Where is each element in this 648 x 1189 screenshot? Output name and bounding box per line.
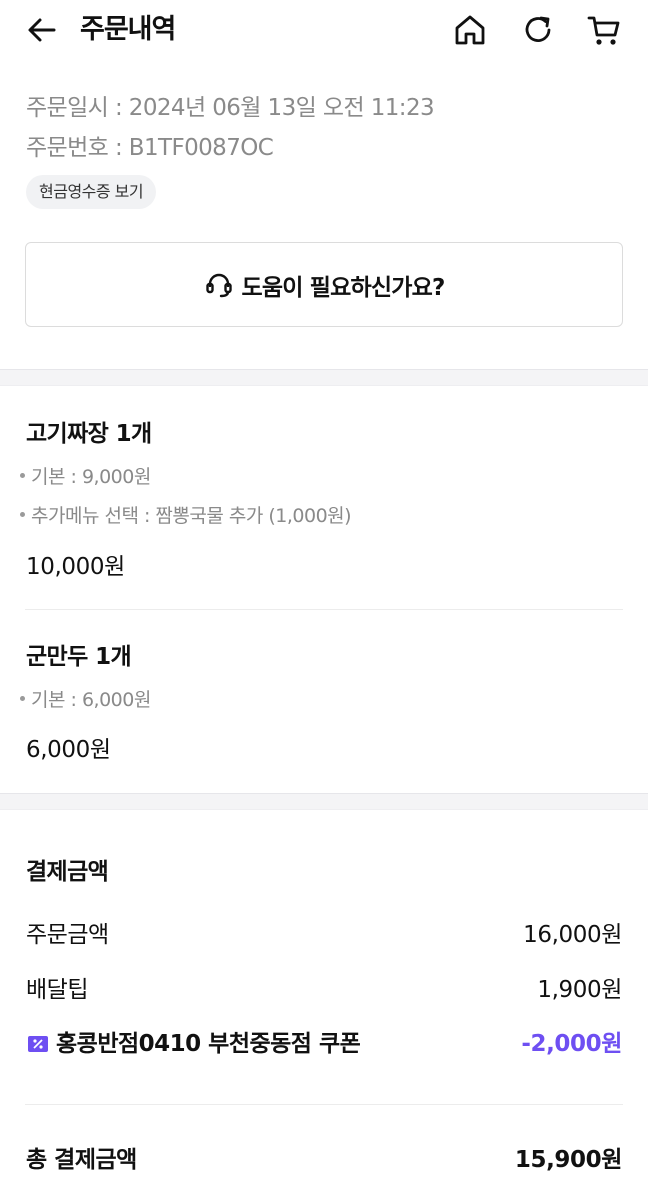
coupon-value: -2,000원 bbox=[521, 1031, 622, 1057]
item-divider bbox=[25, 609, 623, 610]
total-divider bbox=[25, 1104, 623, 1105]
item-option: 기본 : 6,000원 bbox=[20, 687, 151, 713]
item-price: 6,000원 bbox=[26, 737, 111, 763]
section-divider bbox=[0, 369, 648, 386]
page-title: 주문내역 bbox=[80, 14, 176, 45]
order-amount-value: 16,000원 bbox=[523, 922, 622, 948]
back-arrow-icon[interactable] bbox=[24, 12, 60, 48]
total-label: 총 결제금액 bbox=[26, 1147, 137, 1173]
total-value: 15,900원 bbox=[514, 1147, 623, 1173]
coupon-label: 홍콩반점0410 부천중동점 쿠폰 bbox=[56, 1031, 361, 1057]
bullet-icon bbox=[20, 696, 25, 701]
section-divider bbox=[0, 793, 648, 810]
payment-title: 결제금액 bbox=[26, 859, 109, 885]
cart-icon[interactable] bbox=[586, 12, 622, 48]
bullet-icon bbox=[20, 512, 25, 517]
item-name: 군만두 1개 bbox=[26, 644, 132, 670]
refresh-icon[interactable] bbox=[520, 12, 556, 48]
help-label: 도움이 필요하신가요? bbox=[241, 274, 446, 301]
delivery-tip-row: 배달팁 1,900원 bbox=[26, 974, 622, 1006]
order-amount-row: 주문금액 16,000원 bbox=[26, 919, 622, 951]
coupon-row: 홍콩반점0410 부천중동점 쿠폰 -2,000원 bbox=[26, 1028, 622, 1060]
item-price: 10,000원 bbox=[26, 554, 125, 580]
bullet-icon bbox=[20, 473, 25, 478]
item-option: 기본 : 9,000원 bbox=[20, 464, 151, 490]
delivery-tip-value: 1,900원 bbox=[537, 977, 622, 1003]
item-option: 추가메뉴 선택 : 짬뽕국물 추가 (1,000원) bbox=[20, 503, 352, 529]
cash-receipt-button[interactable]: 현금영수증 보기 bbox=[26, 175, 157, 209]
app-header: 주문내역 bbox=[0, 0, 648, 60]
item-name: 고기짜장 1개 bbox=[26, 421, 152, 447]
home-icon[interactable] bbox=[452, 12, 488, 48]
total-row: 총 결제금액 15,900원 bbox=[26, 1144, 622, 1176]
order-date: 주문일시 : 2024년 06월 13일 오전 11:23 bbox=[26, 95, 435, 121]
order-amount-label: 주문금액 bbox=[26, 922, 109, 948]
order-number: 주문번호 : B1TF0087OC bbox=[26, 135, 274, 161]
headset-icon bbox=[204, 270, 234, 300]
delivery-tip-label: 배달팁 bbox=[26, 977, 88, 1003]
help-button[interactable]: 도움이 필요하신가요? bbox=[25, 242, 623, 327]
